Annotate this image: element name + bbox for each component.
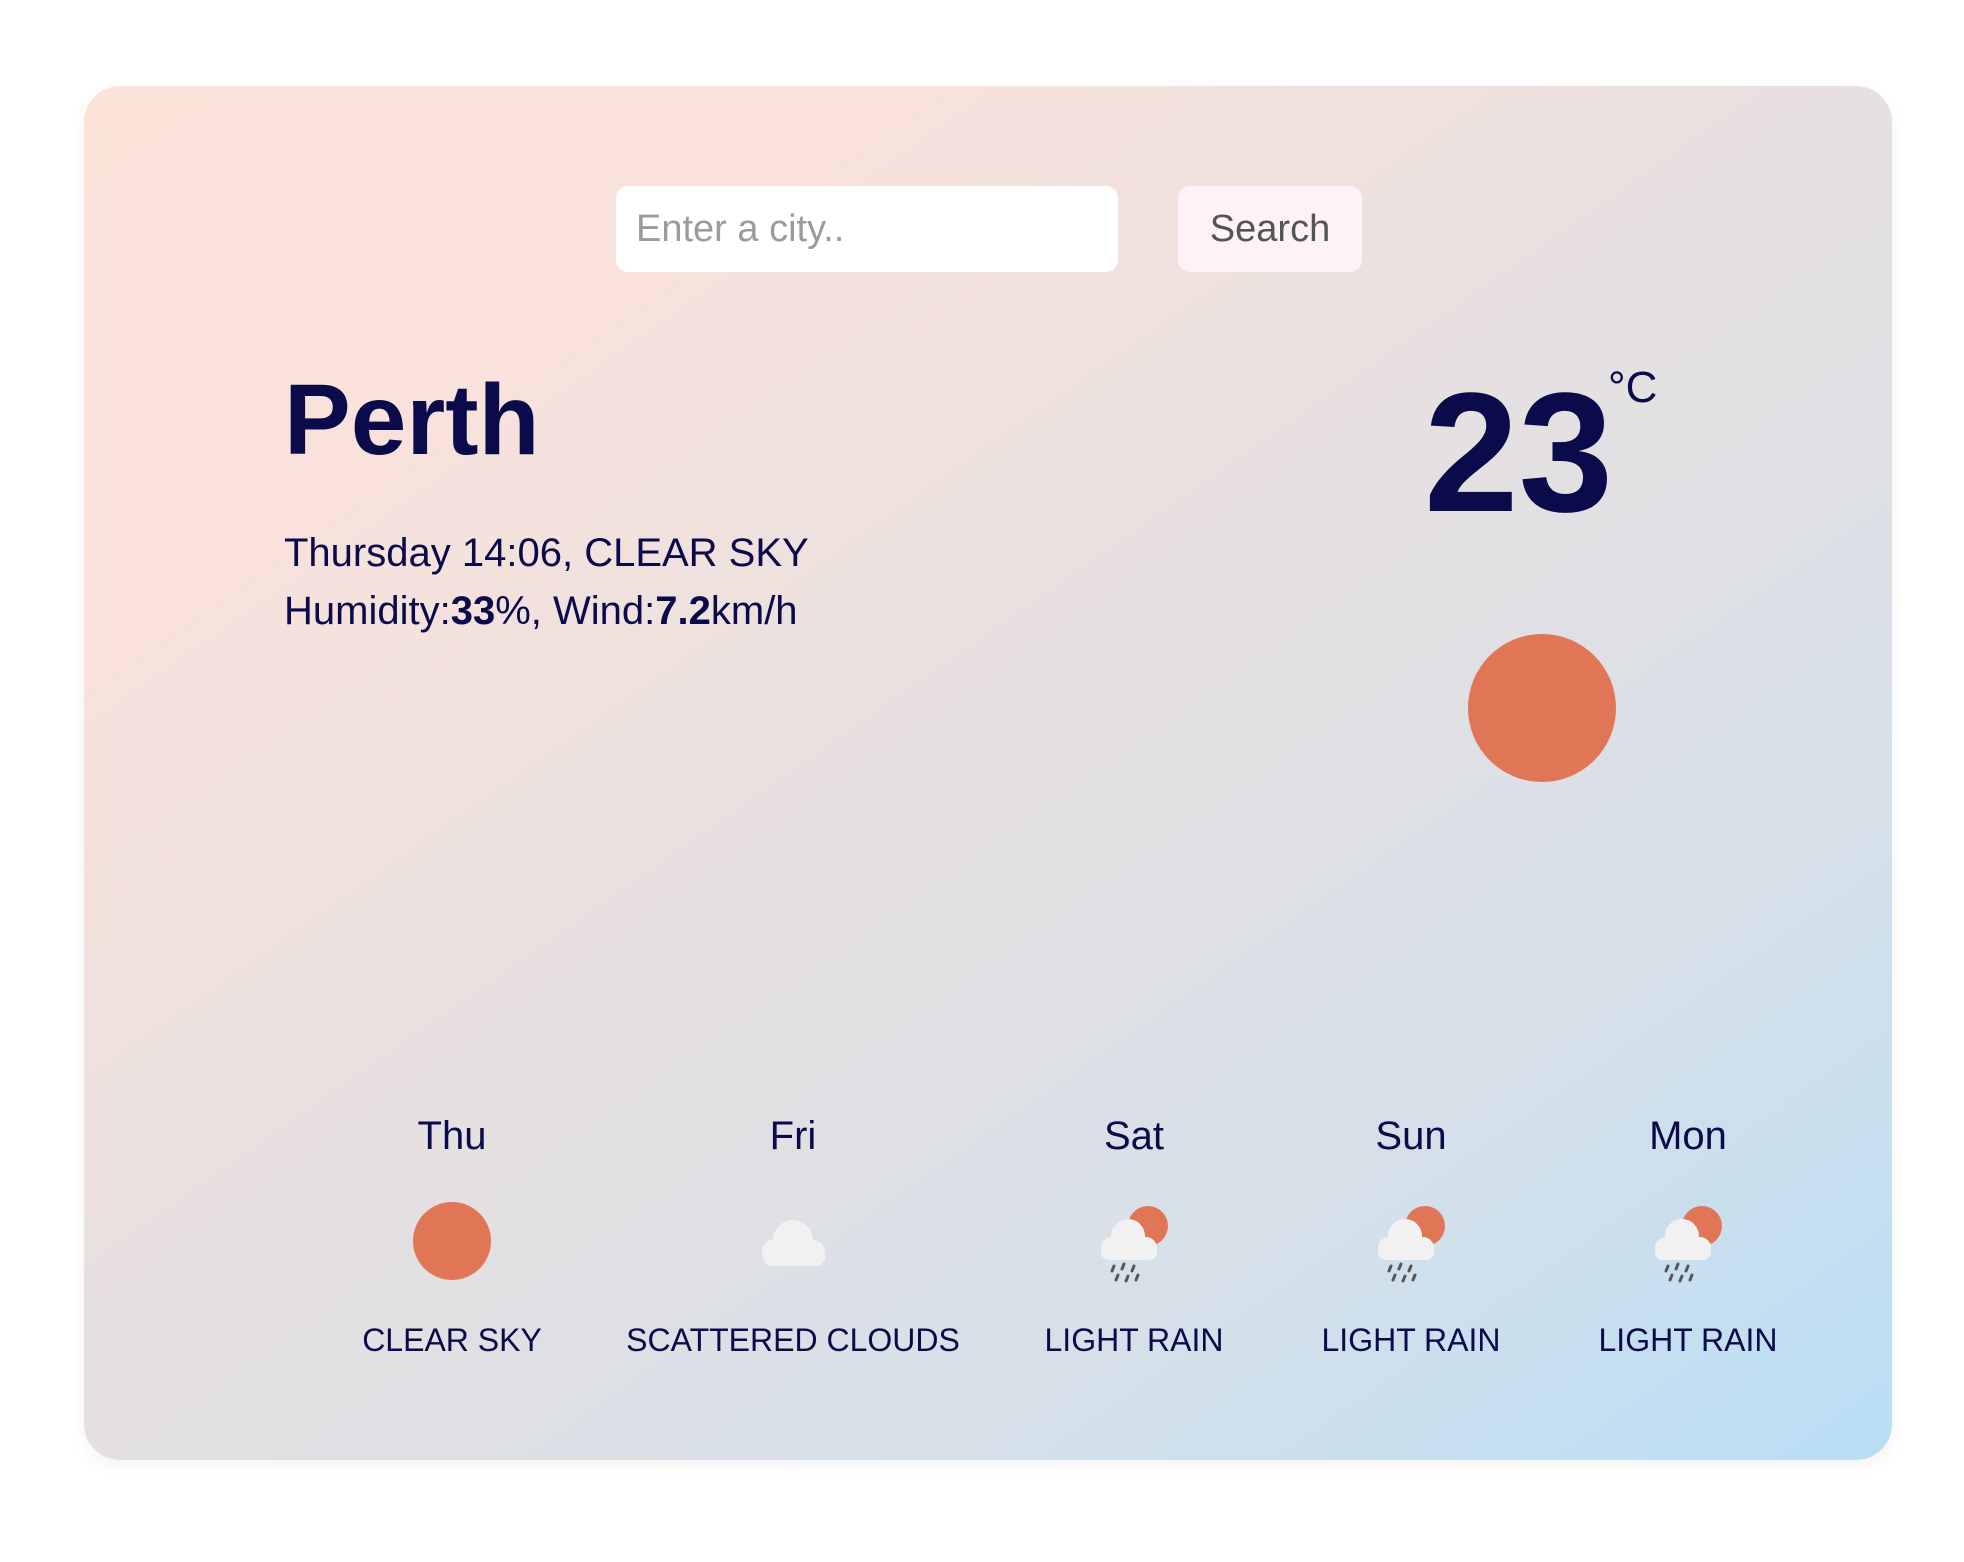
wind-label: Wind: [553, 589, 656, 633]
condition: CLEAR SKY [584, 531, 809, 575]
humidity-value: 33 [450, 589, 496, 633]
humidity-unit: % [495, 589, 531, 633]
rain-cloud-sun-icon [1638, 1192, 1738, 1292]
forecast-day: Mon LIGHT RAIN [1518, 1112, 1858, 1360]
weather-card: Search Perth Thursday 14:06, CLEAR SKY H… [84, 86, 1892, 1460]
forecast-day-name: Fri [769, 1114, 817, 1158]
search-button[interactable]: Search [1178, 186, 1362, 272]
wind-unit: km/h [710, 589, 798, 633]
day-time: Thursday 14:06 [284, 531, 562, 575]
forecast-description: LIGHT RAIN [1598, 1322, 1778, 1358]
forecast-description: SCATTERED CLOUDS [626, 1322, 960, 1358]
rain-cloud-sun-icon [1084, 1192, 1184, 1292]
temperature-unit: °C [1608, 363, 1658, 412]
wind-value: 7.2 [655, 589, 711, 633]
rain-cloud-sun-icon [1361, 1192, 1461, 1292]
forecast-day: Thu CLEAR SKY [282, 1112, 622, 1360]
sun-icon [1468, 634, 1616, 782]
cloud-icon [743, 1192, 843, 1292]
date-condition-line: Thursday 14:06, CLEAR SKY [284, 531, 809, 575]
forecast-day-name: Mon [1649, 1114, 1727, 1158]
humidity-label: Humidity: [284, 589, 451, 633]
sun-icon [402, 1192, 502, 1292]
current-details: Thursday 14:06, CLEAR SKY Humidity:33%, … [284, 524, 809, 640]
forecast-description: CLEAR SKY [362, 1322, 542, 1358]
forecast-day-name: Thu [417, 1114, 487, 1158]
city-name: Perth [284, 364, 540, 476]
forecast-day: Fri SCATTERED CLOUDS [623, 1112, 963, 1360]
search-input[interactable] [616, 186, 1118, 272]
temperature-value: 23 [1424, 358, 1614, 548]
humidity-wind-line: Humidity:33%, Wind:7.2km/h [284, 589, 798, 633]
